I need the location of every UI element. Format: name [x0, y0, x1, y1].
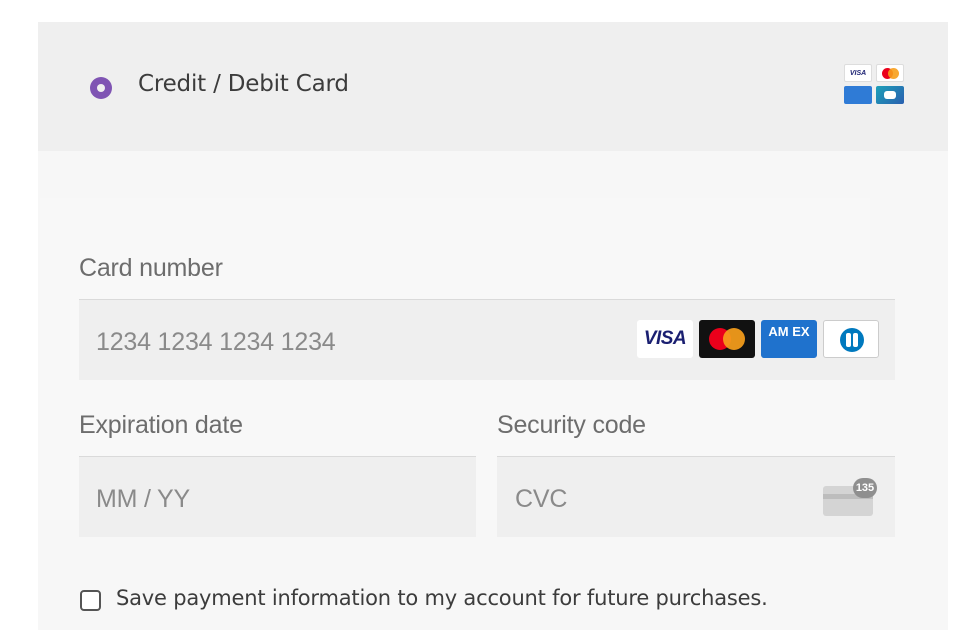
visa-icon: VISA [844, 64, 872, 82]
payment-method-radio[interactable] [90, 77, 112, 99]
payment-method-header[interactable]: Credit / Debit Card VISA [38, 22, 948, 151]
amex-icon: AM EX [761, 320, 817, 358]
security-code-label: Security code [497, 411, 646, 439]
diners-icon [823, 320, 879, 358]
card-number-input[interactable]: 1234 1234 1234 1234 VISA AM EX [79, 299, 895, 380]
cvc-card-icon: 135 [823, 478, 877, 516]
card-brand-icons: VISA AM EX [637, 320, 879, 358]
amex-icon [844, 86, 872, 104]
save-payment-checkbox[interactable] [80, 590, 101, 611]
expiration-date-label: Expiration date [79, 411, 243, 439]
accepted-cards-logos: VISA [844, 64, 908, 106]
cartes-bancaires-icon [876, 86, 904, 104]
visa-icon: VISA [637, 320, 693, 358]
save-payment-label[interactable]: Save payment information to my account f… [116, 586, 768, 610]
mastercard-icon [876, 64, 904, 82]
expiration-date-placeholder: MM / YY [96, 485, 190, 513]
mastercard-icon [699, 320, 755, 358]
payment-method-label[interactable]: Credit / Debit Card [138, 71, 349, 97]
cvc-badge: 135 [853, 478, 877, 498]
card-number-placeholder: 1234 1234 1234 1234 [96, 328, 336, 356]
security-code-placeholder: CVC [515, 485, 568, 513]
card-number-label: Card number [79, 254, 223, 282]
security-code-input[interactable]: CVC 135 [497, 456, 895, 537]
expiration-date-input[interactable]: MM / YY [79, 456, 476, 537]
